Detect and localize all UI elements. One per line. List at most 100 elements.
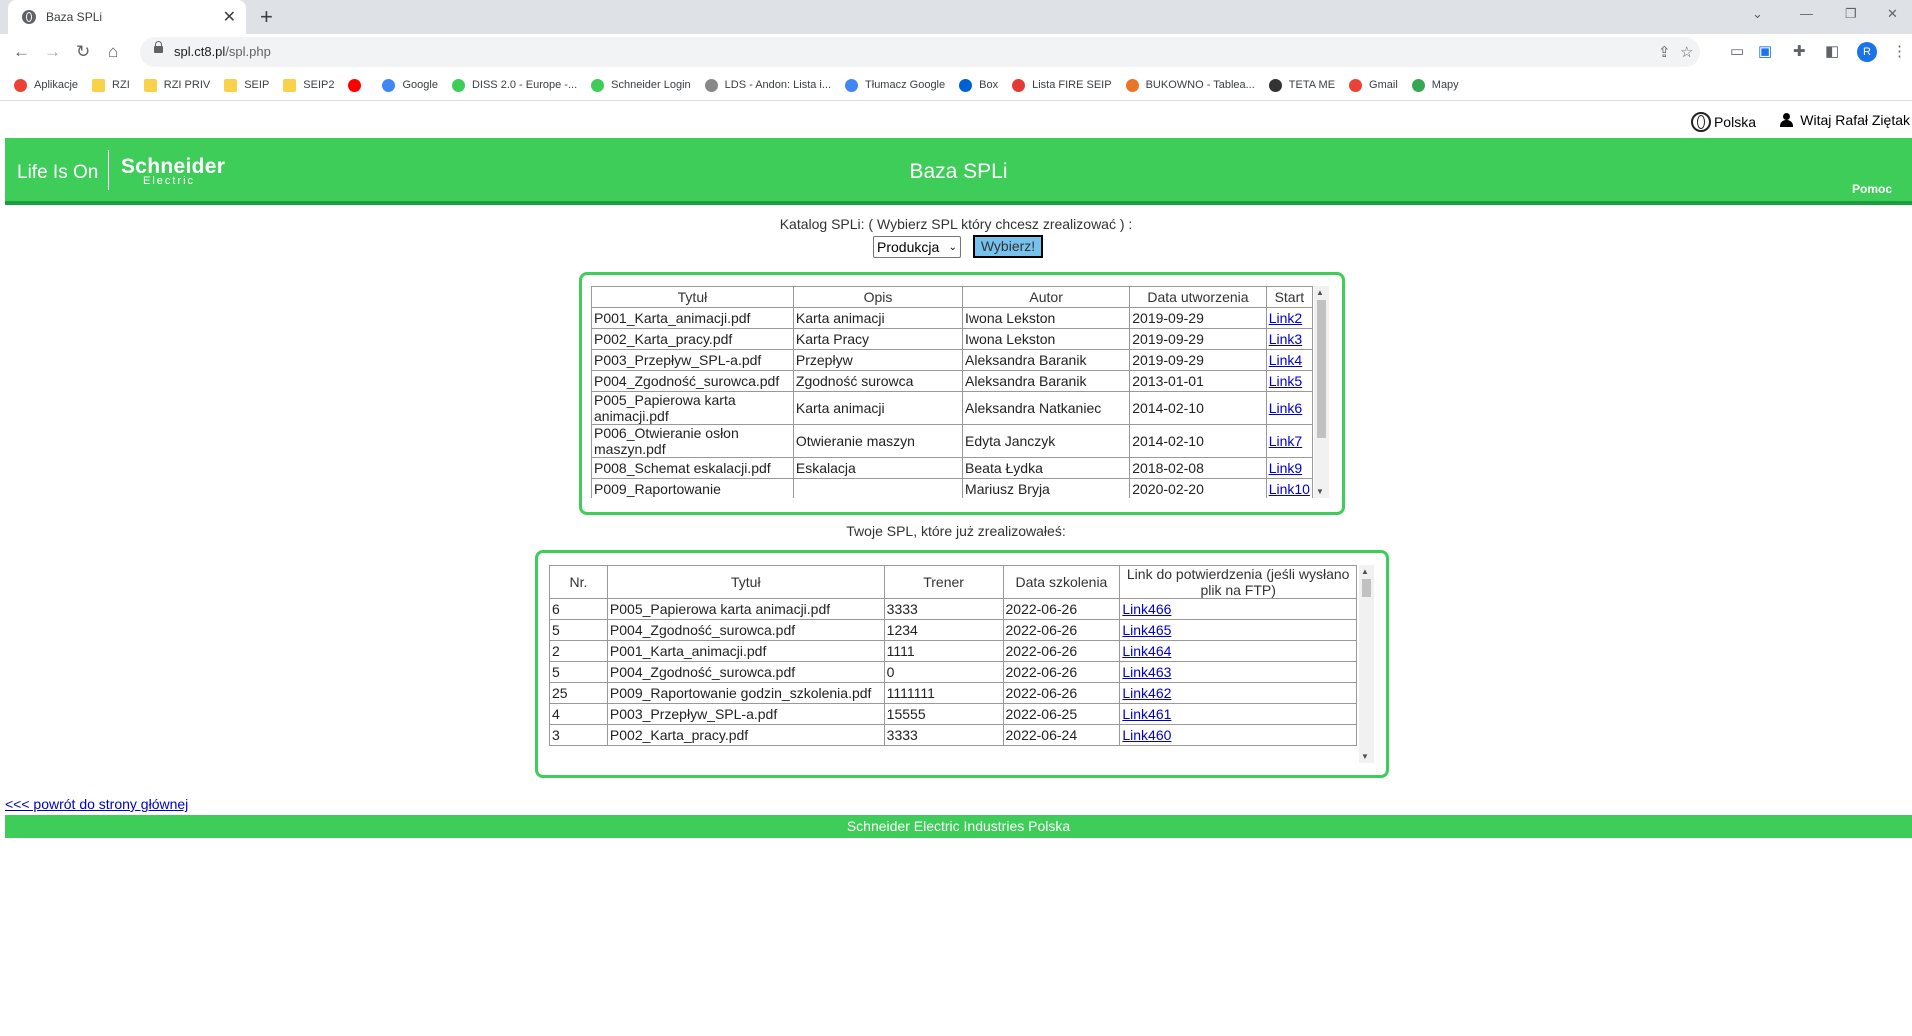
table-cell: 2013-01-01 (1129, 370, 1267, 392)
row-link[interactable]: Link7 (1269, 433, 1302, 449)
row-link[interactable]: Link466 (1122, 601, 1171, 617)
row-link[interactable]: Link4 (1269, 352, 1302, 368)
completed-table: Nr. Tytuł Trener Data szkolenia Link do potw… (549, 565, 1357, 746)
browser-tabstrip: Baza SPLi ✕ + ⌄ — ❐ ✕ (0, 0, 1912, 34)
address-bar[interactable]: spl.ct8.pl/spl.php ⇪ ☆ (140, 37, 1700, 67)
language-selector[interactable]: Polska (1690, 112, 1756, 132)
scrollbar-thumb[interactable] (1317, 300, 1326, 438)
site-header: Life Is On Schneider Electric Baza SPLi … (5, 138, 1912, 205)
row-link[interactable]: Link460 (1122, 727, 1171, 743)
table-cell: Link3 (1265, 328, 1313, 350)
forward-arrow-icon[interactable]: → (44, 42, 61, 62)
bookmark-item[interactable]: Gmail (1349, 78, 1398, 92)
catalog-scrollbar[interactable]: ▲ ▼ (1314, 286, 1329, 498)
table-cell: 3333 (883, 724, 1004, 746)
help-link[interactable]: Pomoc (1852, 182, 1892, 196)
scroll-up-icon[interactable]: ▲ (1361, 567, 1369, 576)
table-cell: Przepływ (792, 349, 964, 371)
completed-scrollbar[interactable]: ▲ ▼ (1359, 565, 1374, 763)
bookmark-star-icon[interactable]: ☆ (1680, 43, 1693, 61)
table-cell: P002_Karta_pracy.pdf (606, 724, 885, 746)
table-cell: P004_Zgodność_surowca.pdf (606, 661, 885, 683)
bookmark-item[interactable] (348, 78, 368, 92)
profile-avatar[interactable]: R (1857, 42, 1877, 62)
row-link[interactable]: Link9 (1269, 460, 1302, 476)
new-tab-icon[interactable]: + (260, 4, 273, 30)
column-header: Autor (962, 286, 1131, 308)
table-cell: 2022-06-26 (1002, 682, 1121, 704)
scroll-down-icon[interactable]: ▼ (1361, 752, 1369, 761)
column-header: Nr. (549, 565, 608, 599)
back-to-home-link[interactable]: <<< powrót do strony głównej (5, 796, 188, 812)
youtube-icon (348, 78, 362, 92)
reload-icon[interactable]: ↻ (76, 42, 90, 62)
tab-search-chevron-icon[interactable]: ⌄ (1752, 6, 1763, 22)
restore-window-icon[interactable]: ❐ (1845, 6, 1857, 22)
row-link[interactable]: Link5 (1269, 373, 1302, 389)
table-cell: 2022-06-26 (1002, 598, 1121, 620)
bookmark-item[interactable]: Mapy (1411, 78, 1459, 92)
minimize-window-icon[interactable]: — (1800, 6, 1813, 21)
table-cell: Link465 (1119, 619, 1357, 641)
scroll-down-icon[interactable]: ▼ (1316, 487, 1324, 496)
table-cell: Aleksandra Baranik (962, 370, 1131, 392)
bookmark-item[interactable]: Lista FIRE SEIP (1012, 78, 1112, 92)
table-cell: P001_Karta_animacji.pdf (606, 640, 885, 662)
row-link[interactable]: Link6 (1269, 400, 1302, 416)
bookmark-item[interactable]: Schneider Login (591, 78, 691, 92)
row-link[interactable]: Link461 (1122, 706, 1171, 722)
row-link[interactable]: Link465 (1122, 622, 1171, 638)
table-cell: 2020-02-20 (1129, 478, 1267, 498)
completed-scroll-area[interactable]: Nr. Tytuł Trener Data szkolenia Link do potw… (549, 565, 1357, 763)
bookmark-item[interactable]: Aplikacje (14, 78, 78, 92)
scrollbar-thumb[interactable] (1362, 579, 1371, 597)
browser-toolbar: ← → ↻ ⌂ spl.ct8.pl/spl.php ⇪ ☆ (0, 34, 1912, 70)
catalog-table: Tytuł Opis Autor Data utworzenia Start P001_… (591, 286, 1313, 498)
table-cell: P006_Otwieranie osłon maszyn.pdf (591, 424, 794, 458)
column-header: Tytuł (591, 286, 794, 308)
catalog-scroll-area[interactable]: Tytuł Opis Autor Data utworzenia Start P001_… (591, 286, 1313, 498)
bookmark-item[interactable]: RZI (92, 78, 130, 92)
bookmark-item[interactable]: RZI PRIV (143, 78, 210, 92)
menu-dots-icon[interactable]: ⋮ (1892, 42, 1907, 60)
close-window-icon[interactable]: ✕ (1887, 6, 1898, 22)
bookmark-label: RZI (112, 79, 130, 91)
row-link[interactable]: Link10 (1269, 481, 1310, 497)
table-cell: Link463 (1119, 661, 1357, 683)
lock-icon (154, 41, 163, 53)
bookmark-label: LDS - Andon: Lista i... (724, 79, 832, 91)
scroll-up-icon[interactable]: ▲ (1316, 288, 1324, 297)
browser-tab[interactable]: Baza SPLi ✕ (8, 0, 246, 34)
bookmark-item[interactable]: LDS - Andon: Lista i... (704, 78, 832, 92)
bookmark-item[interactable]: BUKOWNO - Tablea... (1125, 78, 1255, 92)
bookmark-item[interactable]: Box (959, 78, 998, 92)
column-header: Opis (792, 286, 964, 308)
close-tab-icon[interactable]: ✕ (223, 7, 236, 27)
bookmark-item[interactable]: TETA ME (1268, 78, 1335, 92)
row-link[interactable]: Link462 (1122, 685, 1171, 701)
table-cell: P001_Karta_animacji.pdf (591, 307, 794, 329)
extension-icon[interactable]: ▭ (1730, 42, 1744, 60)
share-icon[interactable]: ⇪ (1658, 43, 1671, 61)
table-cell: Mariusz Bryja (962, 478, 1131, 498)
row-link[interactable]: Link2 (1269, 310, 1302, 326)
row-link[interactable]: Link3 (1269, 331, 1302, 347)
home-icon[interactable]: ⌂ (108, 42, 118, 62)
schneider-icon (591, 78, 605, 92)
side-panel-icon[interactable]: ◧ (1825, 42, 1839, 60)
category-select[interactable]: Produkcja ⌄ (873, 236, 961, 258)
bookmark-item[interactable]: SEIP (224, 78, 269, 92)
choose-button[interactable]: Wybierz! (973, 235, 1043, 258)
bookmark-item[interactable]: Google (382, 78, 438, 92)
row-link[interactable]: Link464 (1122, 643, 1171, 659)
extension-screen-icon[interactable]: ▣ (1758, 42, 1772, 60)
extensions-puzzle-icon[interactable]: ✚ (1793, 42, 1806, 60)
table-row: P006_Otwieranie osłon maszyn.pdf Otwieran… (591, 424, 1313, 458)
back-arrow-icon[interactable]: ← (13, 42, 30, 62)
table-cell: Link7 (1265, 424, 1313, 458)
bookmark-item[interactable]: SEIP2 (283, 78, 334, 92)
row-link[interactable]: Link463 (1122, 664, 1171, 680)
bookmark-item[interactable]: Tłumacz Google (845, 78, 945, 92)
bookmark-item[interactable]: DISS 2.0 - Europe -... (451, 78, 577, 92)
table-cell: 2019-09-29 (1129, 328, 1267, 350)
